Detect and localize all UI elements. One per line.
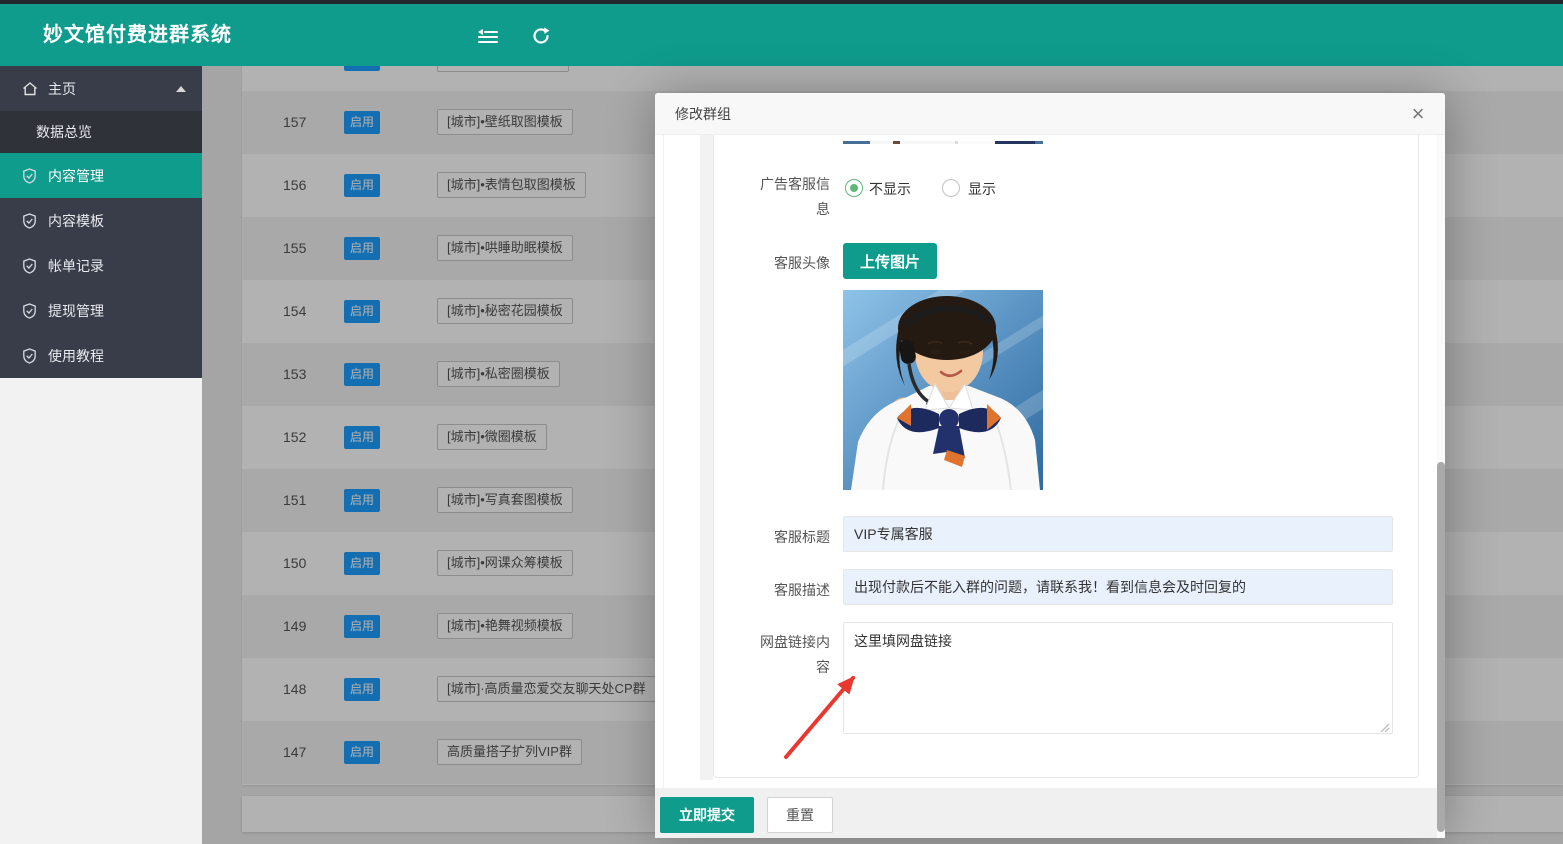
service-title-input[interactable] [843, 516, 1393, 552]
sidebar-item-label: 提现管理 [48, 301, 104, 321]
shield-check-icon [22, 302, 39, 319]
shield-check-icon [22, 257, 39, 274]
customer-service-photo [843, 290, 1043, 490]
sidebar: 主页数据总览内容管理内容模板帐单记录提现管理使用教程 [0, 66, 202, 844]
avatar-label: 客服头像 [754, 251, 830, 276]
sidebar-item-内容模板[interactable]: 内容模板 [0, 198, 202, 243]
home-icon [22, 80, 39, 97]
radio-dot [850, 184, 858, 192]
netdisk-textarea[interactable]: 这里填网盘链接 [843, 622, 1393, 734]
app-title: 妙文馆付费进群系统 [43, 4, 232, 66]
service-desc-label: 客服描述 [754, 578, 830, 603]
close-icon[interactable]: × [1405, 101, 1431, 127]
sidebar-item-帐单记录[interactable]: 帐单记录 [0, 243, 202, 288]
collapse-menu-icon[interactable] [477, 26, 499, 46]
sidebar-item-label: 使用教程 [48, 346, 104, 366]
reset-button[interactable]: 重置 [767, 797, 833, 833]
netdisk-label: 网盘链接内容 [754, 630, 830, 680]
refresh-icon[interactable] [531, 26, 553, 46]
caret-up-icon [176, 86, 186, 92]
textarea-resize-grip[interactable] [1379, 720, 1390, 731]
shield-check-icon [22, 212, 39, 229]
edit-group-modal: 修改群组 × 广告客服信息 [655, 93, 1445, 838]
submit-button[interactable]: 立即提交 [660, 797, 754, 833]
radio-显示[interactable] [942, 179, 960, 197]
modal-scrollbar-thumb[interactable] [1437, 462, 1445, 832]
radio-不显示-selected[interactable] [845, 179, 863, 197]
modal-titlebar: 修改群组 × [655, 93, 1445, 135]
sidebar-item-数据总览[interactable]: 数据总览 [0, 111, 202, 153]
app-header: 妙文馆付费进群系统 [0, 4, 1563, 66]
sidebar-item-label: 内容模板 [48, 211, 104, 231]
sidebar-item-内容管理[interactable]: 内容管理 [0, 153, 202, 198]
sidebar-menu: 主页数据总览内容管理内容模板帐单记录提现管理使用教程 [0, 66, 202, 378]
service-title-label: 客服标题 [754, 525, 830, 550]
sidebar-item-label: 主页 [48, 79, 76, 99]
sidebar-item-使用教程[interactable]: 使用教程 [0, 333, 202, 378]
sidebar-item-label: 数据总览 [36, 122, 92, 142]
sidebar-item-提现管理[interactable]: 提现管理 [0, 288, 202, 333]
inner-panel-border [663, 135, 664, 788]
ad-service-info-label: 广告客服信息 [754, 172, 830, 222]
radio-label[interactable]: 不显示 [869, 180, 911, 198]
customer-service-photo-partial [843, 136, 1043, 144]
app-window: 妙文馆付费进群系统 主页数据总览内容管理内容模板帐单记录提现管理使用教程 [0, 0, 1563, 844]
service-desc-input[interactable] [843, 569, 1393, 605]
modal-body: 广告客服信息 不显示 显示 客服头像 上传图片 [655, 135, 1445, 838]
modal-title: 修改群组 [675, 93, 731, 135]
shield-check-icon [22, 347, 39, 364]
inner-gutter [700, 135, 713, 780]
radio-label[interactable]: 显示 [968, 180, 996, 198]
sidebar-item-label: 内容管理 [48, 166, 104, 186]
sidebar-item-label: 帐单记录 [48, 256, 104, 276]
sidebar-item-主页[interactable]: 主页 [0, 66, 202, 111]
shield-check-icon [22, 167, 39, 184]
upload-image-button[interactable]: 上传图片 [843, 243, 937, 279]
